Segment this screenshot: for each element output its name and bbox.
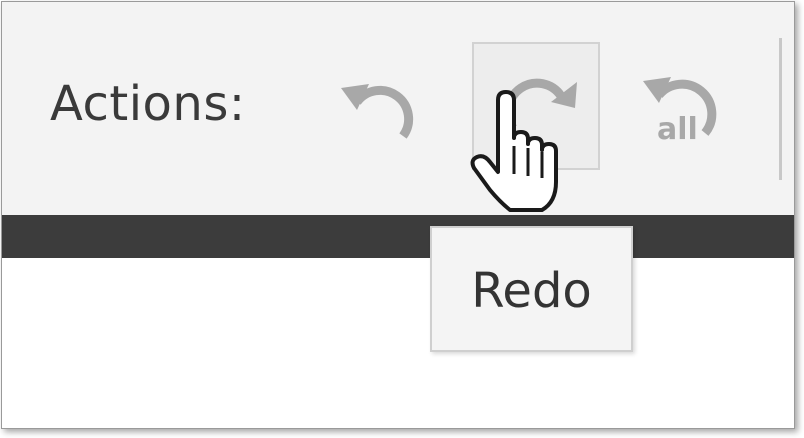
undo-all-icon: all [643,61,733,151]
toolbar-separator [779,38,782,180]
hand-cursor-icon [460,90,570,220]
actions-toolbar: Actions: all [2,2,794,215]
undo-icon [339,66,429,146]
actions-label: Actions: [50,76,246,132]
undo-all-button[interactable]: all [624,42,752,170]
undo-button[interactable] [320,42,448,170]
toolbar-bottom-strip [2,215,794,258]
redo-tooltip: Redo [430,226,633,352]
screenshot-frame: Actions: all Redo [1,1,795,429]
tooltip-text: Redo [471,263,592,319]
undo-all-icon-text: all [657,112,698,147]
